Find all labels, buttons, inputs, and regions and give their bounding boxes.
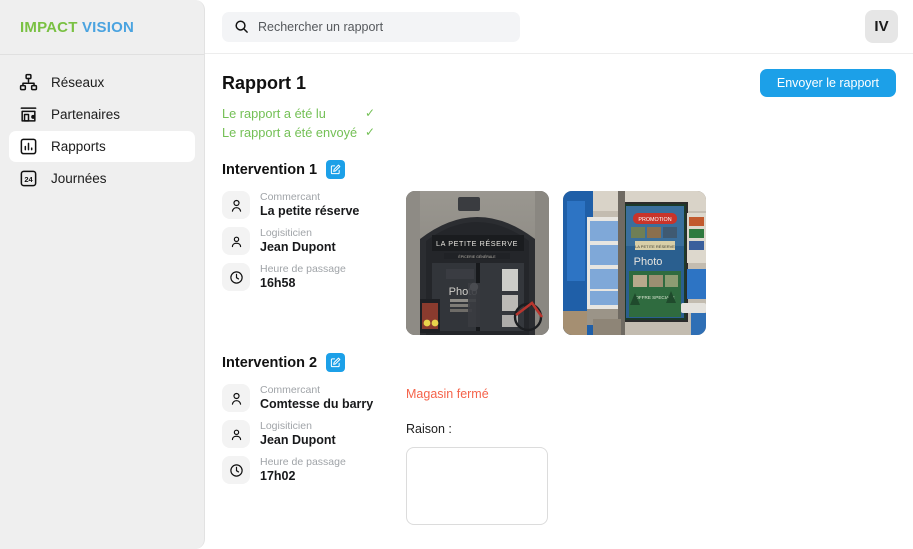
status-sent: Le rapport a été envoyé ✓ (222, 123, 896, 142)
svg-text:Photo: Photo (634, 256, 663, 268)
detail-value: Jean Dupont (260, 433, 336, 447)
person-circle-icon (222, 384, 250, 412)
detail-heure: Heure de passage 16h58 (222, 263, 388, 291)
brand-logo: IMPACT VISION (0, 0, 204, 55)
intervention-2-details: Commercant Comtesse du barry Logisiticie… (222, 384, 388, 530)
detail-logisticien: Logisiticien Jean Dupont (222, 420, 388, 448)
sidebar-item-journees[interactable]: 24 Journées (9, 163, 195, 194)
detail-commercant: Commercant Comtesse du barry (222, 384, 388, 412)
clock-icon (222, 263, 250, 291)
detail-value: 16h58 (260, 276, 296, 290)
brand-name-primary: IMPACT (20, 18, 78, 36)
sidebar-item-partenaires[interactable]: Partenaires (9, 99, 195, 130)
detail-heure: Heure de passage 17h02 (222, 456, 388, 484)
search-box[interactable] (222, 11, 520, 42)
report-header: Rapport 1 Envoyer le rapport (222, 69, 896, 97)
photo-store-interior[interactable]: PROMOTION LA PETITE RÉSERVE Photo OFFRE … (563, 191, 706, 335)
report-content: Rapport 1 Envoyer le rapport Le rapport … (205, 54, 913, 530)
intervention-2-header: Intervention 2 (222, 353, 896, 372)
svg-text:LA PETITE RÉSERVE: LA PETITE RÉSERVE (436, 239, 518, 248)
sidebar-item-label: Rapports (51, 139, 106, 154)
edit-pencil-icon[interactable] (326, 353, 346, 372)
svg-text:LA PETITE RÉSERVE: LA PETITE RÉSERVE (635, 244, 675, 249)
detail-value: 17h02 (260, 469, 296, 483)
search-input[interactable] (258, 19, 508, 34)
store-closed-status: Magasin fermé (406, 387, 489, 401)
sidebar-item-label: Réseaux (51, 75, 105, 90)
intervention-1-details: Commercant La petite réserve Logisiticie… (222, 191, 388, 335)
edit-pencil-icon[interactable] (326, 160, 346, 179)
detail-label: Logisiticien (260, 420, 312, 432)
detail-commercant: Commercant La petite réserve (222, 191, 388, 219)
sidebar-item-label: Journées (51, 171, 107, 186)
page-title: Rapport 1 (222, 73, 307, 93)
intervention-1-photos: LA PETITE RÉSERVE ÉPICERIE GÉNÉRALE Phot… (388, 191, 706, 335)
check-icon: ✓ (365, 106, 376, 120)
topbar: IV (205, 0, 913, 54)
intervention-2-body: Commercant Comtesse du barry Logisiticie… (222, 384, 896, 530)
intervention-title: Intervention 1 (222, 161, 318, 178)
detail-logisticien: Logisiticien Jean Dupont (222, 227, 388, 255)
calendar-24-icon: 24 (19, 169, 38, 188)
person-circle-icon (222, 191, 250, 219)
send-report-button[interactable]: Envoyer le rapport (759, 69, 896, 97)
person-icon (222, 420, 250, 448)
svg-text:ÉPICERIE GÉNÉRALE: ÉPICERIE GÉNÉRALE (458, 254, 496, 259)
svg-text:24: 24 (24, 175, 33, 184)
detail-label: Heure de passage (260, 456, 346, 468)
detail-label: Heure de passage (260, 263, 346, 275)
network-icon (19, 73, 38, 92)
sidebar-item-label: Partenaires (51, 107, 121, 122)
detail-label: Commercant (260, 384, 321, 396)
check-icon: ✓ (365, 125, 376, 139)
avatar[interactable]: IV (865, 10, 898, 43)
photo-storefront[interactable]: LA PETITE RÉSERVE ÉPICERIE GÉNÉRALE Phot… (406, 191, 549, 335)
status-read: Le rapport a été lu ✓ (222, 104, 896, 123)
sidebar-item-reseaux[interactable]: Réseaux (9, 67, 195, 98)
main-area: IV Rapport 1 Envoyer le rapport Le rappo… (205, 0, 913, 549)
detail-value: La petite réserve (260, 204, 360, 218)
status-sent-label: Le rapport a été envoyé (222, 125, 358, 140)
search-icon (234, 19, 249, 34)
brand-name-secondary: VISION (81, 18, 135, 36)
svg-text:PROMOTION: PROMOTION (638, 217, 671, 223)
bar-chart-icon (19, 137, 38, 156)
app-root: IMPACT VISION Réseaux Partenaires Rappor… (0, 0, 913, 549)
sidebar-item-rapports[interactable]: Rapports (9, 131, 195, 162)
reason-label: Raison : (406, 422, 452, 436)
intervention-title: Intervention 2 (222, 354, 318, 371)
detail-value: Comtesse du barry (260, 397, 374, 411)
person-icon (222, 227, 250, 255)
report-status-list: Le rapport a été lu ✓ Le rapport a été e… (222, 104, 896, 142)
sidebar: IMPACT VISION Réseaux Partenaires Rappor… (0, 0, 205, 549)
sidebar-nav: Réseaux Partenaires Rapports 24 Journées (0, 55, 204, 195)
clock-icon (222, 456, 250, 484)
reason-textarea[interactable] (406, 447, 548, 525)
intervention-1-header: Intervention 1 (222, 160, 896, 179)
status-read-label: Le rapport a été lu (222, 106, 326, 121)
detail-value: Jean Dupont (260, 240, 336, 254)
detail-label: Commercant (260, 191, 321, 203)
detail-label: Logisiticien (260, 227, 312, 239)
intervention-1-body: Commercant La petite réserve Logisiticie… (222, 191, 896, 335)
store-pin-icon (19, 105, 38, 124)
store-closed-block: Magasin fermé Raison : (388, 384, 548, 530)
